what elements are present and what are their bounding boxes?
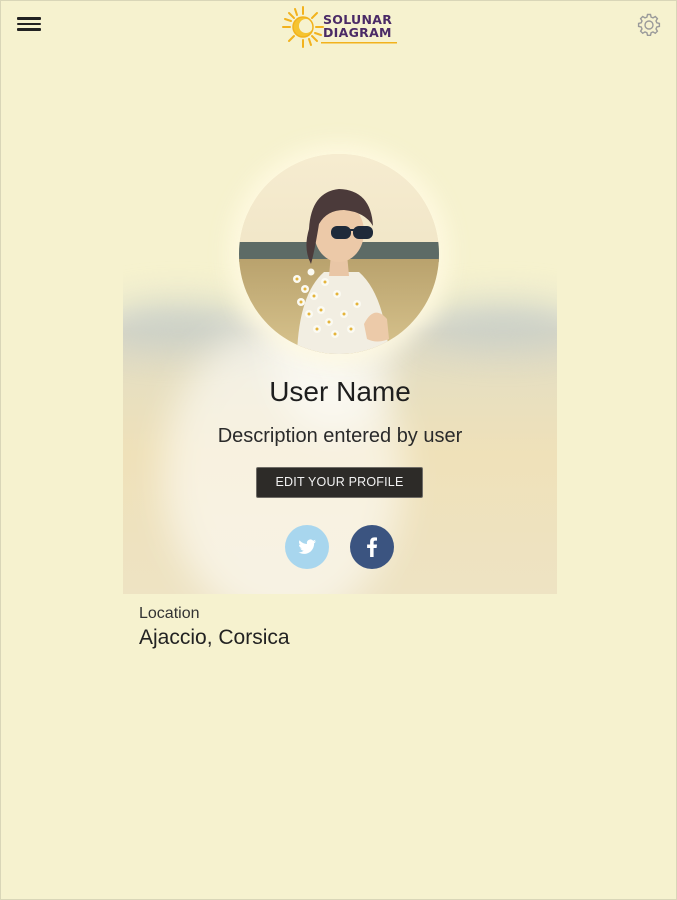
facebook-button[interactable]	[350, 525, 394, 569]
location-value: Ajaccio, Corsica	[139, 626, 290, 649]
logo-wordmark: SOLUNAR DIAGRAM	[323, 13, 392, 39]
avatar-photo	[239, 154, 439, 354]
profile-name: User Name	[269, 376, 411, 407]
profile-card: User Name Description entered by user ED…	[123, 154, 557, 594]
solunar-diagram-logo: SOLUNAR DIAGRAM	[281, 5, 401, 49]
app-bar: SOLUNAR DIAGRAM	[1, 1, 676, 51]
twitter-button[interactable]	[285, 525, 329, 569]
gear-icon[interactable]	[636, 12, 662, 38]
edit-profile-button[interactable]: EDIT YOUR PROFILE	[256, 467, 423, 498]
logo-line-2: DIAGRAM	[323, 25, 392, 40]
logo-underline	[321, 42, 397, 44]
hamburger-menu-icon[interactable]	[15, 14, 43, 38]
twitter-icon	[298, 539, 316, 554]
sun-logo-icon	[282, 6, 324, 48]
avatar[interactable]	[239, 154, 439, 354]
location-label: Location	[139, 605, 200, 622]
profile-description: Description entered by user	[217, 425, 463, 447]
facebook-icon	[367, 537, 377, 557]
